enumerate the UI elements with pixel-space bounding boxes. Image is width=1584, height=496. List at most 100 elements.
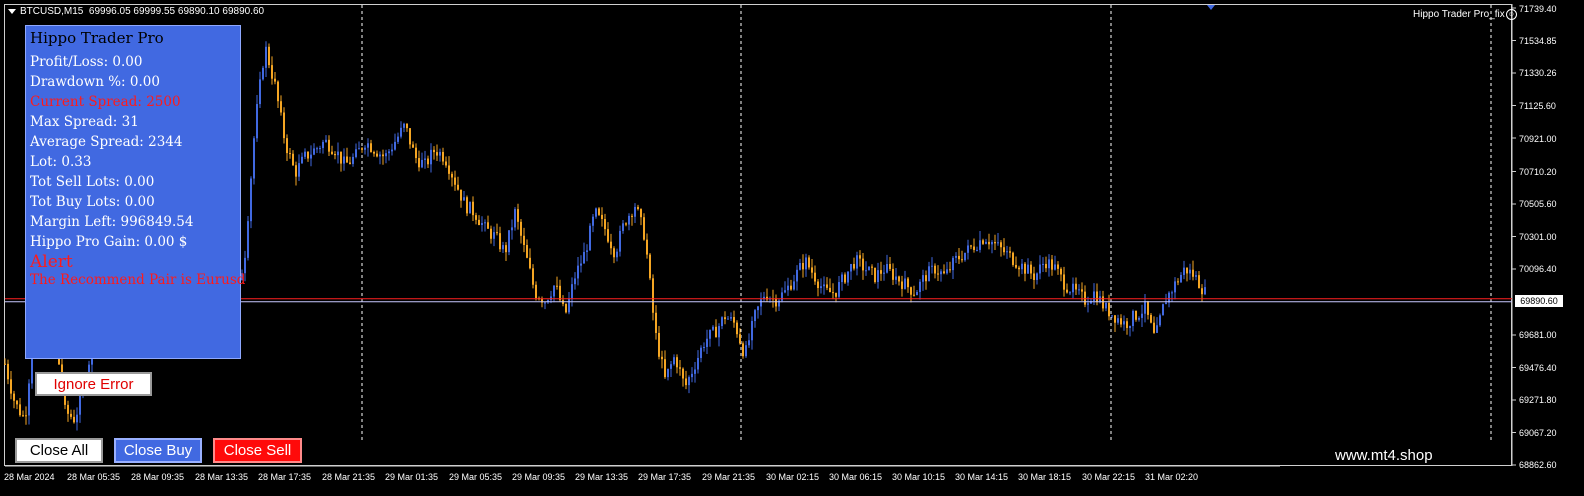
price-tick-label: 71534.85: [1519, 36, 1557, 46]
price-tick-label: 69476.40: [1519, 363, 1557, 373]
candle-body: [694, 369, 696, 374]
candle-body: [511, 227, 513, 231]
panel-row: Hippo Pro Gain: 0.00 $: [30, 234, 188, 250]
candle-body: [1000, 242, 1002, 248]
candle-body: [574, 278, 576, 285]
candle-body: [526, 244, 528, 258]
candle-body: [931, 265, 933, 267]
candle-body: [676, 357, 678, 368]
candle-body: [1075, 283, 1077, 290]
candle-body: [814, 272, 816, 282]
candle-body: [337, 151, 339, 156]
candle-body: [361, 148, 363, 150]
close-all-button[interactable]: Close All: [15, 438, 103, 463]
candle-body: [652, 278, 654, 313]
candle-body: [775, 298, 777, 307]
time-tick-label: 30 Mar 18:15: [1018, 472, 1072, 482]
candle-body: [832, 292, 834, 294]
candle-body: [268, 46, 270, 66]
candle-body: [1039, 264, 1041, 274]
panel-title: Hippo Trader Pro: [30, 29, 164, 47]
panel-row: Tot Sell Lots: 0.00: [30, 174, 155, 190]
candle-body: [382, 154, 384, 157]
candle-body: [256, 104, 258, 139]
candle-body: [1036, 273, 1038, 280]
candle-body: [502, 245, 504, 250]
candle-body: [250, 178, 252, 222]
candle-body: [406, 123, 408, 129]
candle-body: [820, 286, 822, 289]
candle-body: [1132, 310, 1134, 327]
candle-body: [469, 201, 471, 214]
candle-body: [4, 363, 6, 365]
candle-body: [1105, 302, 1107, 309]
time-tick-label: 29 Mar 13:35: [575, 472, 629, 482]
close-buy-button[interactable]: Close Buy: [114, 438, 202, 463]
candle-body: [643, 217, 645, 240]
candle-body: [451, 173, 453, 178]
candle-body: [640, 209, 642, 218]
candle-body: [1045, 263, 1047, 269]
candle-body: [808, 257, 810, 268]
time-tick-label: 29 Mar 17:35: [638, 472, 692, 482]
time-tick-label: 29 Mar 09:35: [512, 472, 566, 482]
candle-body: [883, 272, 885, 274]
smiley-icon[interactable]: ☺: [1505, 9, 1517, 20]
candle-body: [1060, 268, 1062, 275]
candle-body: [1021, 263, 1023, 270]
candle-body: [718, 326, 720, 338]
candle-body: [934, 265, 936, 274]
candle-body: [1078, 289, 1080, 291]
candle-body: [979, 240, 981, 250]
candle-body: [67, 404, 69, 414]
candle-body: [799, 263, 801, 270]
candle-body: [688, 377, 690, 386]
candle-body: [742, 343, 744, 357]
candle-body: [19, 404, 21, 416]
candle-body: [913, 294, 915, 296]
candle-body: [349, 162, 351, 164]
candle-body: [655, 312, 657, 333]
candle-body: [604, 219, 606, 230]
candle-body: [1084, 291, 1086, 305]
candle-body: [964, 252, 966, 261]
price-tick-label: 70505.60: [1519, 199, 1557, 209]
close-sell-button[interactable]: Close Sell: [213, 438, 302, 463]
candle-body: [1165, 302, 1167, 305]
candle-body: [712, 326, 714, 330]
alert-title: Alert: [30, 252, 73, 272]
candle-body: [736, 322, 738, 335]
candle-body: [475, 215, 477, 220]
candle-body: [724, 317, 726, 320]
candle-body: [385, 153, 387, 157]
candle-body: [517, 209, 519, 222]
ea-name: Hippo Trader Pro_fix: [1413, 9, 1505, 21]
candle-body: [7, 363, 9, 380]
ignore-error-button[interactable]: Ignore Error: [35, 372, 152, 396]
dropdown-triangle-icon[interactable]: [8, 8, 16, 14]
candle-body: [943, 271, 945, 274]
candle-body: [904, 278, 906, 289]
candle-body: [487, 222, 489, 229]
candle-body: [610, 241, 612, 249]
candle-body: [484, 222, 486, 224]
candle-body: [409, 128, 411, 145]
candle-body: [313, 148, 315, 155]
price-tick-label: 70710.20: [1519, 167, 1557, 177]
candle-body: [1072, 283, 1074, 293]
candle-body: [826, 284, 828, 288]
candle-body: [835, 292, 837, 297]
candle-body: [433, 149, 435, 153]
candle-body: [280, 101, 282, 113]
candle-body: [322, 141, 324, 149]
time-tick-label: 28 Mar 13:35: [195, 472, 249, 482]
candle-body: [991, 242, 993, 245]
candle-body: [1048, 259, 1050, 269]
candle-body: [679, 367, 681, 369]
candle-body: [985, 241, 987, 244]
candle-body: [700, 347, 702, 358]
candle-body: [1024, 263, 1026, 274]
candle-body: [631, 215, 633, 217]
candle-body: [925, 275, 927, 282]
candle-body: [16, 400, 18, 405]
